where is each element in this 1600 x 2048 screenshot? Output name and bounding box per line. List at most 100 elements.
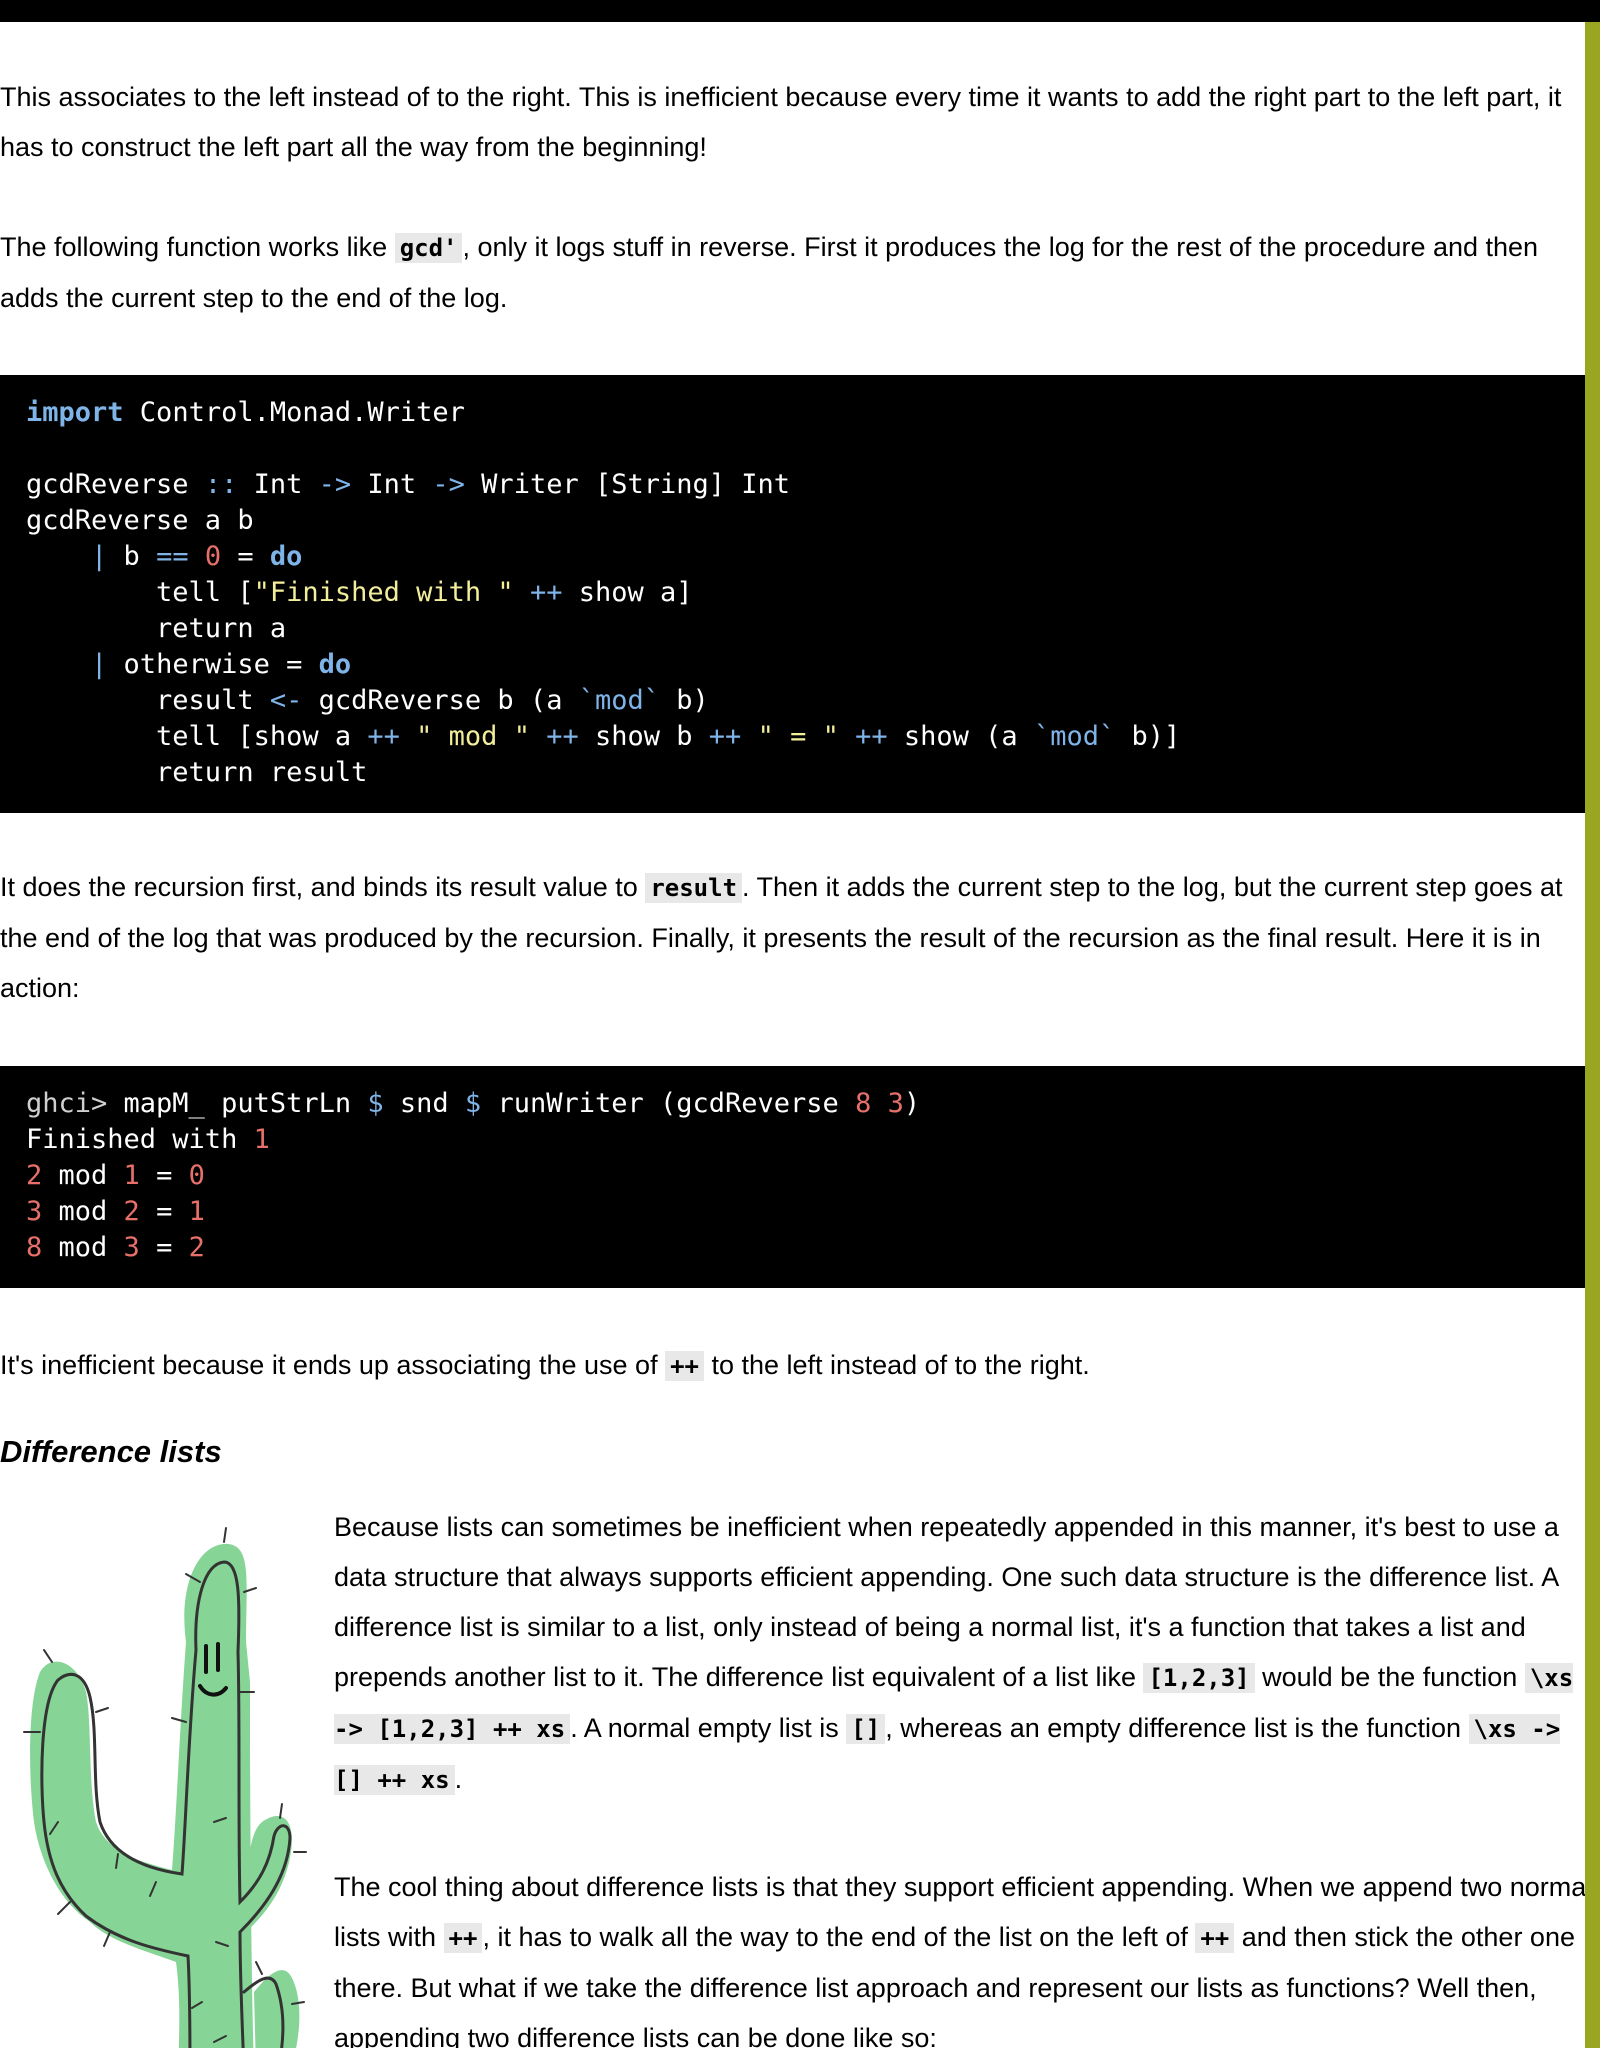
paragraph-left-association: This associates to the left instead of t… bbox=[0, 82, 1562, 162]
text: . A normal empty list is bbox=[570, 1713, 847, 1743]
code-token: gcdReverse a b bbox=[26, 505, 254, 536]
code-token: 1 bbox=[123, 1160, 140, 1191]
text: It does the recursion first, and binds i… bbox=[0, 872, 646, 902]
code-token: = bbox=[139, 1160, 189, 1191]
inline-code-append-op: ++ bbox=[665, 1351, 704, 1381]
text: It's inefficient because it ends up asso… bbox=[0, 1350, 666, 1380]
code-token: <- bbox=[269, 685, 303, 716]
code-block-ghci-session: ghci> mapM_ putStrLn $ snd $ runWriter (… bbox=[0, 1066, 1585, 1288]
code-token: return result bbox=[26, 757, 368, 788]
code-token: = bbox=[139, 1196, 189, 1227]
code-token: "Finished with " bbox=[253, 577, 514, 608]
code-token: :: bbox=[204, 469, 238, 500]
code-token: mod bbox=[42, 1160, 124, 1191]
code-token: import bbox=[26, 397, 124, 428]
code-token: gcdReverse bbox=[26, 469, 205, 500]
code-token: show b bbox=[578, 721, 709, 752]
code-token: ++ bbox=[546, 721, 579, 752]
right-accent-bar bbox=[1585, 22, 1600, 2048]
code-token: | bbox=[91, 649, 108, 680]
code-token: b) bbox=[659, 685, 709, 716]
cactus-illustration bbox=[23, 1527, 307, 2048]
code-token: 8 bbox=[855, 1088, 872, 1119]
code-token: -> bbox=[432, 469, 465, 500]
paragraph-efficient-appending: The cool thing about difference lists is… bbox=[334, 1862, 1585, 2048]
paragraph-difference-list-intro: Because lists can sometimes be inefficie… bbox=[334, 1502, 1585, 1805]
code-token: | bbox=[91, 541, 108, 572]
code-token: ++ bbox=[529, 577, 563, 608]
code-token: ++ bbox=[367, 721, 400, 752]
code-token: 3 bbox=[26, 1196, 43, 1227]
ghci-prompt: ghci> bbox=[26, 1088, 108, 1119]
code-block-gcd-reverse: import Control.Monad.Writer gcdReverse :… bbox=[0, 375, 1585, 813]
code-token: do bbox=[318, 649, 352, 680]
code-token: " = " bbox=[757, 721, 839, 752]
inline-code-result: result bbox=[645, 873, 743, 903]
code-token: mapM_ putStrLn bbox=[107, 1088, 368, 1119]
text: , it has to walk all the way to the end … bbox=[482, 1922, 1196, 1952]
text: . bbox=[454, 1764, 463, 1794]
section-heading: Difference lists bbox=[0, 1434, 222, 1469]
code-token: otherwise = bbox=[107, 649, 319, 680]
inline-code-append-op: ++ bbox=[443, 1923, 483, 1953]
code-token: mod bbox=[42, 1232, 124, 1263]
code-token: b bbox=[107, 541, 157, 572]
code-token: Control.Monad.Writer bbox=[123, 397, 465, 428]
top-bar bbox=[0, 0, 1600, 22]
code-token: mod bbox=[42, 1196, 124, 1227]
code-token: 0 bbox=[204, 541, 222, 572]
code-token: show (a bbox=[887, 721, 1034, 752]
code-token: do bbox=[269, 541, 303, 572]
code-token: 2 bbox=[123, 1196, 140, 1227]
code-token: `mod` bbox=[1033, 721, 1116, 752]
code-token: " mod " bbox=[416, 721, 530, 752]
inline-code-gcd-prime: gcd' bbox=[394, 233, 463, 263]
code-token: 0 bbox=[188, 1160, 205, 1191]
code-token: = bbox=[221, 541, 270, 572]
text: would be the function bbox=[1254, 1662, 1525, 1692]
article-content: This associates to the left instead of t… bbox=[0, 22, 1585, 2048]
code-token: `mod` bbox=[578, 685, 660, 716]
code-token: ) bbox=[903, 1088, 921, 1119]
text: , whereas an empty difference list is th… bbox=[885, 1713, 1469, 1743]
code-token: Int bbox=[237, 469, 319, 500]
cactus-body bbox=[30, 1543, 300, 2048]
code-token: gcdReverse b (a bbox=[302, 685, 579, 716]
code-token: return a bbox=[26, 613, 287, 644]
code-token: 2 bbox=[26, 1160, 43, 1191]
code-token: result bbox=[26, 685, 270, 716]
paragraph-recursion-explanation: It does the recursion first, and binds i… bbox=[0, 862, 1585, 1013]
code-token: Finished with bbox=[26, 1124, 254, 1155]
text: The following function works like bbox=[0, 232, 395, 262]
code-token: 1 bbox=[188, 1196, 205, 1227]
code-token: $ bbox=[464, 1088, 482, 1119]
inline-code-append-op: ++ bbox=[1195, 1923, 1235, 1953]
code-token: 8 bbox=[26, 1232, 43, 1263]
code-token: runWriter (gcdReverse bbox=[481, 1088, 856, 1119]
code-token: == bbox=[156, 541, 189, 572]
code-token: 3 bbox=[887, 1088, 904, 1119]
paragraph-gcd-reverse-intro: The following function works like gcd', … bbox=[0, 222, 1585, 323]
paragraph-inefficiency: It's inefficient because it ends up asso… bbox=[0, 1340, 1585, 1391]
code-token: Writer [String] Int bbox=[464, 469, 791, 500]
code-token: 2 bbox=[188, 1232, 205, 1263]
text: to the left instead of to the right. bbox=[703, 1350, 1090, 1380]
code-token: -> bbox=[318, 469, 352, 500]
code-token: b)] bbox=[1115, 721, 1181, 752]
code-token: tell [ bbox=[26, 577, 254, 608]
inline-code-empty-list: [] bbox=[846, 1714, 886, 1744]
code-token: ++ bbox=[708, 721, 742, 752]
code-token: Int bbox=[351, 469, 433, 500]
code-token: tell [show a bbox=[26, 721, 368, 752]
code-token: ++ bbox=[855, 721, 888, 752]
code-token: 1 bbox=[253, 1124, 270, 1155]
